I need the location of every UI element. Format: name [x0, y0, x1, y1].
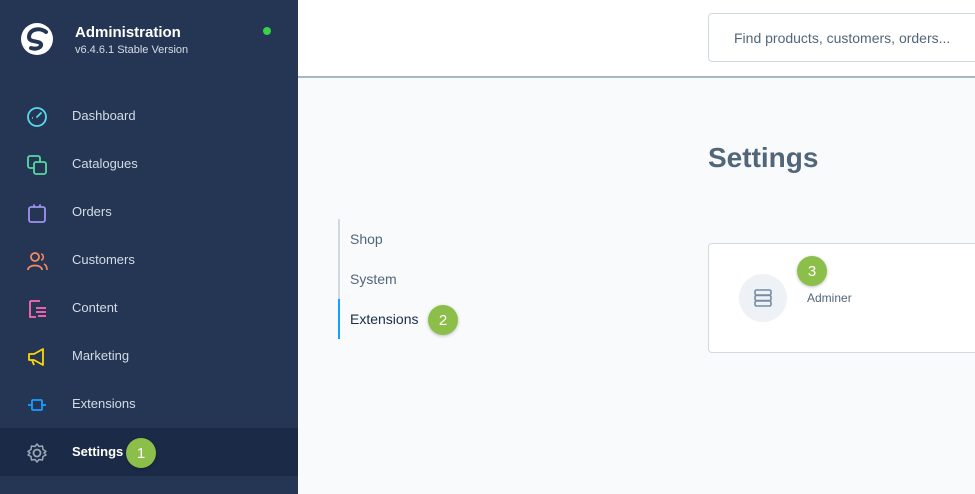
shopware-logo-icon [21, 23, 53, 55]
sidebar-item-label: Catalogues [72, 156, 138, 171]
sidebar-item-label: Content [72, 300, 118, 315]
sidebar-item-dashboard[interactable]: Dashboard [0, 92, 298, 140]
search-input[interactable] [709, 14, 975, 61]
sidebar-item-catalogues[interactable]: Catalogues [0, 140, 298, 188]
sidebar-item-label: Dashboard [72, 108, 136, 123]
brand-title: Administration [75, 24, 181, 41]
sidebar-item-orders[interactable]: Orders [0, 188, 298, 236]
settings-icon [27, 443, 47, 463]
catalogues-icon [27, 155, 47, 175]
sidebar-item-label: Customers [72, 252, 135, 267]
dashboard-icon [27, 107, 47, 127]
tab-label: Extensions [350, 311, 419, 327]
orders-icon [28, 204, 46, 223]
main-navigation: Dashboard Catalogues Orders Customers Co… [0, 92, 298, 476]
tab-system[interactable]: System [338, 259, 538, 299]
sidebar: Administration v6.4.6.1 Stable Version D… [0, 0, 298, 494]
search-bar[interactable] [708, 13, 975, 62]
sidebar-item-label: Extensions [72, 396, 136, 411]
top-header [298, 0, 975, 78]
tab-label: System [350, 271, 397, 287]
sidebar-item-content[interactable]: Content [0, 284, 298, 332]
database-icon [754, 289, 772, 307]
content-icon [29, 300, 46, 318]
tab-shop[interactable]: Shop [338, 219, 538, 259]
extension-label: Adminer [807, 291, 852, 305]
sidebar-item-customers[interactable]: Customers [0, 236, 298, 284]
marketing-icon [28, 348, 44, 366]
brand: Administration v6.4.6.1 Stable Version [0, 0, 298, 78]
step-badge-1: 1 [126, 438, 156, 468]
step-badge-3: 3 [797, 256, 827, 286]
sidebar-item-extensions[interactable]: Extensions [0, 380, 298, 428]
status-indicator [263, 27, 271, 35]
extensions-icon [28, 399, 46, 411]
extension-item-adminer[interactable]: Adminer [709, 244, 975, 352]
sidebar-item-marketing[interactable]: Marketing [0, 332, 298, 380]
customers-icon [27, 252, 48, 271]
brand-version: v6.4.6.1 Stable Version [75, 44, 189, 56]
sidebar-item-label: Orders [72, 204, 112, 219]
extension-icon-container [739, 274, 787, 322]
step-badge-2: 2 [428, 305, 458, 335]
sidebar-item-label: Marketing [72, 348, 130, 363]
extensions-card: Adminer [708, 243, 975, 353]
page-title: Settings [708, 142, 819, 173]
sidebar-item-label: Settings [72, 444, 124, 459]
tab-label: Shop [350, 231, 383, 247]
